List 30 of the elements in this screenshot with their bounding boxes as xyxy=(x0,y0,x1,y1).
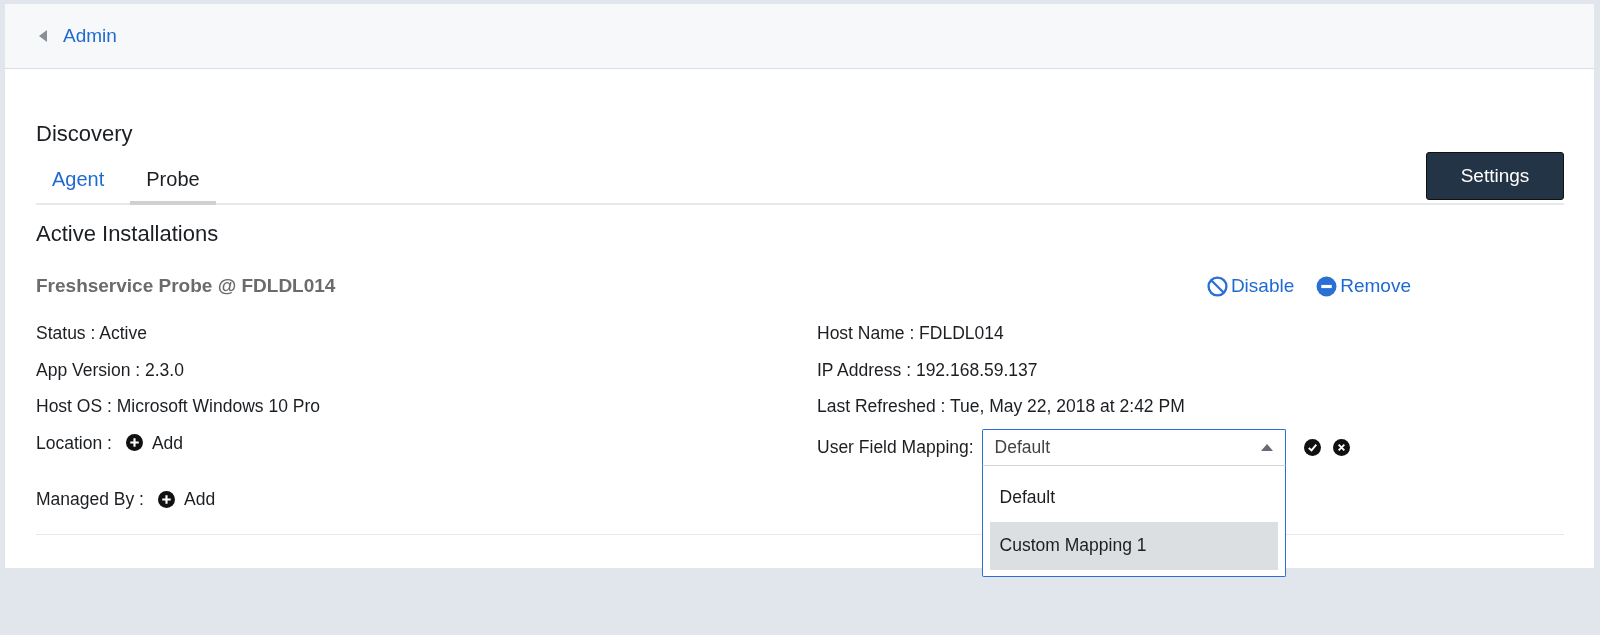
field-text: Host OS : Microsoft Windows 10 Pro xyxy=(36,396,320,416)
dropdown-option[interactable]: Custom Mapping 1 xyxy=(989,521,1278,570)
add-button[interactable]: Add xyxy=(158,481,216,518)
field-label: Managed By : xyxy=(36,488,144,512)
plus-circle-icon xyxy=(158,490,175,508)
tab[interactable]: Agent xyxy=(36,158,121,205)
field-label: Location : xyxy=(36,431,112,455)
settings-button[interactable]: Settings xyxy=(1426,152,1564,200)
mapping-dropdown[interactable]: Default xyxy=(981,428,1286,466)
field-text: Status : Active xyxy=(36,323,147,343)
cancel-close-icon[interactable] xyxy=(1332,438,1350,456)
caret-left-icon xyxy=(38,29,48,43)
disable-link[interactable]: Disable xyxy=(1206,271,1295,301)
tab[interactable]: Probe xyxy=(130,158,216,205)
caret-up-icon xyxy=(1260,443,1273,451)
plus-circle-icon xyxy=(125,434,143,452)
field-text: IP Address : 192.168.59.137 xyxy=(817,359,1038,380)
section-title: Active Installations xyxy=(36,220,220,248)
confirm-check-icon[interactable] xyxy=(1303,438,1321,456)
minus-circle-icon xyxy=(1316,275,1338,297)
field-text: App Version : 2.3.0 xyxy=(36,359,184,380)
page-title: Discovery xyxy=(36,120,134,148)
field-label: User Field Mapping: xyxy=(817,436,974,458)
remove-link[interactable]: Remove xyxy=(1316,271,1411,301)
field-text: Host Name : FDLDL014 xyxy=(817,323,1004,343)
add-button[interactable]: Add xyxy=(125,424,184,461)
field-text: Last Refreshed : Tue, May 22, 2018 at 2:42 PM xyxy=(817,396,1185,416)
probe-name: Freshservice Probe @ FDLDL014 xyxy=(36,274,337,298)
disable-icon xyxy=(1206,275,1228,297)
back-link[interactable]: Admin xyxy=(38,25,117,47)
